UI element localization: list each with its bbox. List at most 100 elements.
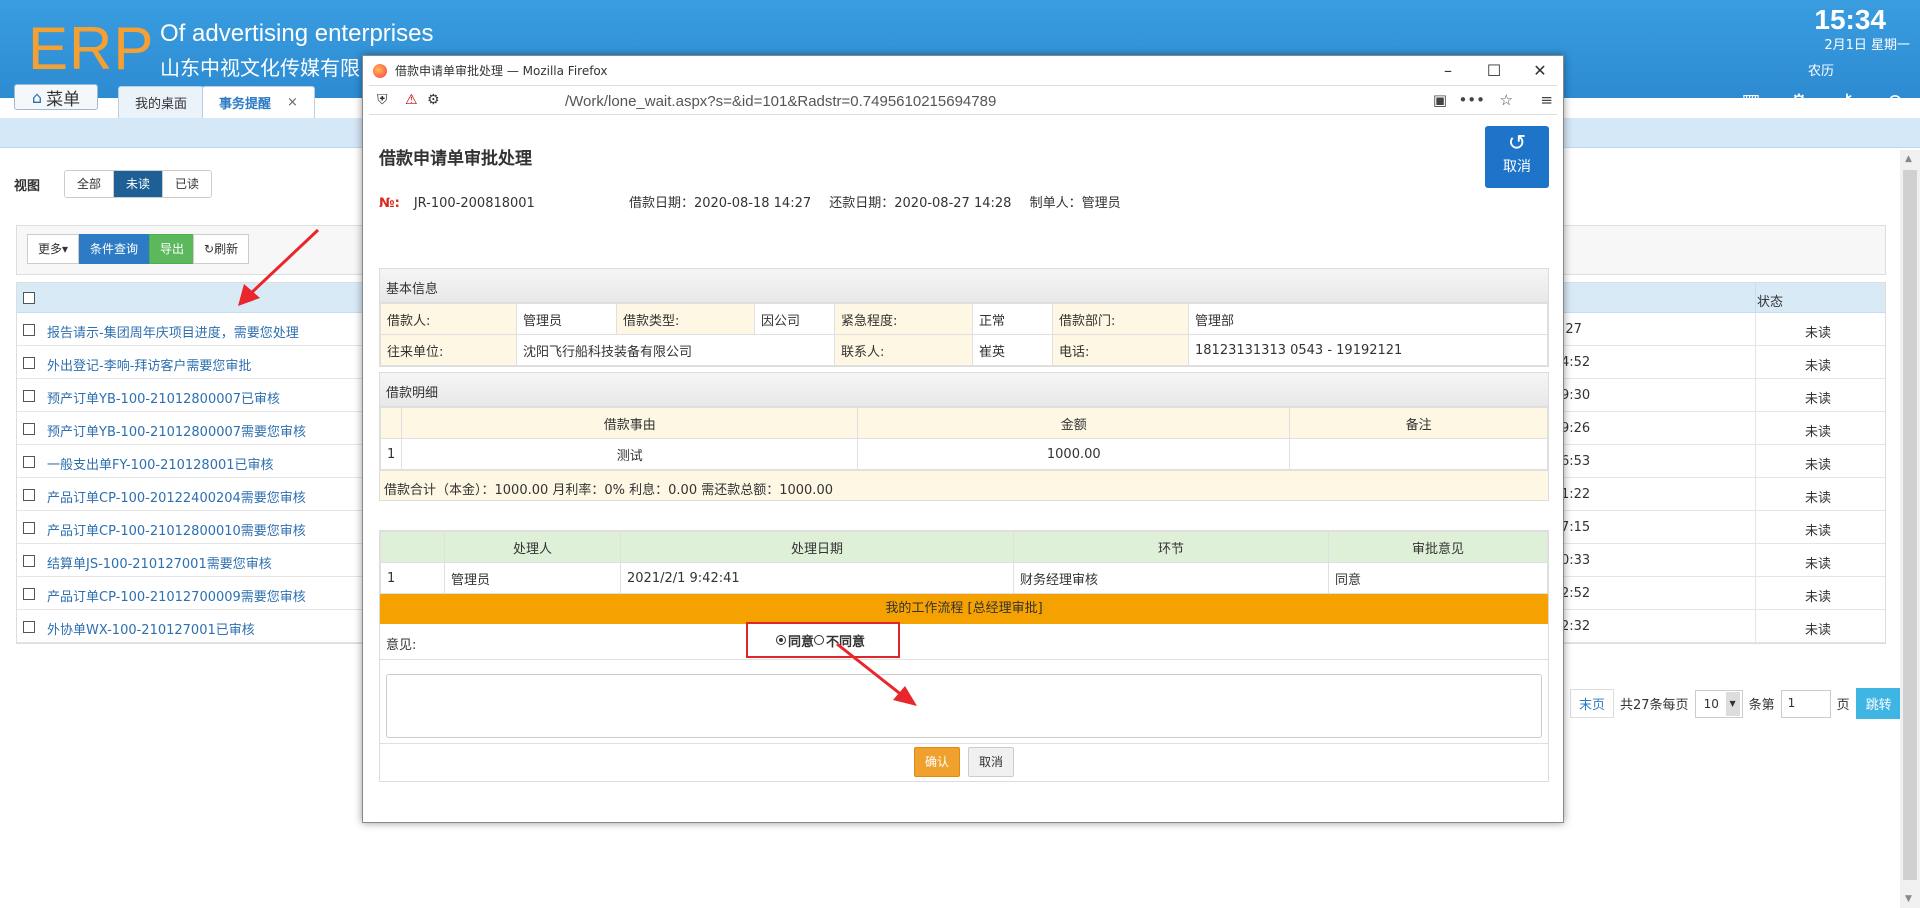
last-page-button[interactable]: 末页	[1570, 689, 1615, 718]
type-label: 借款类型:	[616, 303, 755, 335]
reminder-link[interactable]: 一般支出单FY-100-210128001已审核	[47, 454, 274, 473]
page-number-input[interactable]: 1	[1780, 689, 1831, 718]
opinion-value: 同意	[1328, 562, 1548, 594]
col-step: 环节	[1013, 531, 1329, 563]
pagination: 末页 共27条每页 10 ▼ 条第 1 页 跳转	[1570, 688, 1902, 719]
permissions-icon[interactable]: ⚙	[427, 92, 440, 108]
handler-value: 管理员	[444, 562, 621, 594]
reminder-link[interactable]: 产品订单CP-100-20122400204需要您审核	[47, 487, 306, 506]
filter-all[interactable]: 全部	[65, 171, 115, 197]
total-text: 共27条每页	[1620, 698, 1689, 713]
close-icon[interactable]: ✕	[1517, 56, 1563, 85]
row-checkbox[interactable]	[23, 390, 35, 402]
row-checkbox[interactable]	[23, 522, 35, 534]
phone-value: 18123131313 0543 - 19192121	[1188, 334, 1548, 366]
more-button[interactable]: 更多▾	[27, 234, 80, 264]
grid-add-icon[interactable]: ▦	[1740, 90, 1762, 112]
annotation-arrow	[836, 642, 917, 706]
doc-no-label: №:	[379, 196, 400, 211]
basic-info-panel: 基本信息 借款人: 管理员 借款类型: 因公司 紧急程度: 正常 借款部门: 管…	[379, 268, 1549, 367]
row-checkbox[interactable]	[23, 555, 35, 567]
col-amount: 金额	[857, 407, 1291, 439]
firefox-icon	[373, 63, 387, 78]
maximize-icon[interactable]: ☐	[1471, 56, 1517, 85]
reminder-link[interactable]: 产品订单CP-100-21012800010需要您审核	[47, 520, 306, 539]
contact-label: 联系人:	[834, 334, 973, 366]
disagree-radio[interactable]	[814, 635, 825, 645]
row-checkbox[interactable]	[23, 456, 35, 468]
row-checkbox[interactable]	[23, 324, 35, 336]
borrower-value: 管理员	[516, 303, 617, 335]
filter-unread[interactable]: 未读	[114, 171, 164, 197]
confirm-button[interactable]: 确认	[914, 747, 960, 777]
row-checkbox[interactable]	[23, 588, 35, 600]
query-button[interactable]: 条件查询	[79, 234, 150, 264]
contact-value: 崔英	[972, 334, 1053, 366]
date-value: 2021/2/1 9:42:41	[620, 562, 1014, 594]
reminder-time: 1:22	[1561, 487, 1591, 502]
agree-label[interactable]: 同意	[788, 631, 814, 650]
reminder-link[interactable]: 报告请示-集团周年庆项目进度，需要您处理	[47, 322, 299, 341]
window-title: 借款申请单审批处理 — Mozilla Firefox	[395, 64, 608, 78]
reminder-link[interactable]: 结算单JS-100-210127001需要您审核	[47, 553, 272, 572]
page-title: 借款申请单审批处理	[379, 149, 532, 169]
window-titlebar: 借款申请单审批处理 — Mozilla Firefox – ☐ ✕	[363, 56, 1563, 85]
qr-code-icon[interactable]: ▣	[1433, 91, 1447, 109]
col-opinion: 审批意见	[1328, 531, 1548, 563]
opinion-row: 意见: 同意 不同意	[380, 622, 1548, 660]
reminder-time: 7:15	[1561, 520, 1591, 535]
more-actions-icon[interactable]: •••	[1458, 91, 1485, 109]
row-index: 1	[380, 562, 445, 594]
key-icon[interactable]: ⚷	[1836, 90, 1858, 112]
col-note: 备注	[1289, 407, 1548, 439]
shield-icon[interactable]: ⛨	[377, 92, 388, 108]
row-checkbox[interactable]	[23, 357, 35, 369]
go-button[interactable]: 跳转	[1855, 688, 1902, 719]
filter-read[interactable]: 已读	[163, 171, 212, 197]
page-size-select[interactable]: 10 ▼	[1694, 689, 1743, 718]
scroll-down-arrow-icon[interactable]: ▼	[1905, 894, 1912, 904]
approval-history-table: 处理人 处理日期 环节 审批意见 1 管理员 2021/2/1 9:42:41 …	[380, 531, 1548, 594]
menu-button[interactable]: ⌂ 菜单	[14, 84, 98, 110]
gear-icon[interactable]: ⚙	[1788, 90, 1810, 112]
close-icon[interactable]: ×	[287, 95, 298, 110]
export-button[interactable]: 导出	[149, 234, 196, 264]
status-badge: 未读	[1805, 557, 1832, 572]
select-all-checkbox[interactable]	[23, 292, 35, 304]
url-text: /Work/lone_wait.aspx?s=&id=101&Radstr=0.…	[565, 93, 997, 110]
cancel-top-button[interactable]: ↺ 取消	[1485, 126, 1549, 188]
insecure-lock-icon[interactable]: ⚠	[405, 92, 418, 108]
reminder-time: 4:52	[1561, 355, 1591, 370]
reminder-link[interactable]: 预产订单YB-100-21012800007需要您审核	[47, 421, 306, 440]
reminder-link[interactable]: 产品订单CP-100-21012700009需要您审核	[47, 586, 306, 605]
per-text: 条第	[1748, 698, 1775, 713]
type-value: 因公司	[754, 303, 835, 335]
status-badge: 未读	[1805, 326, 1832, 341]
header-icon-bar: ▦ ⚙ ⚷ ⊗	[1740, 90, 1906, 112]
refresh-icon: ↻	[204, 242, 215, 256]
view-filter-group: 全部 未读 已读	[64, 170, 213, 198]
vertical-scrollbar[interactable]: ▲ ▼	[1900, 150, 1920, 908]
row-checkbox[interactable]	[23, 423, 35, 435]
reminder-time: 2:52	[1561, 586, 1591, 601]
reminder-link[interactable]: 外出登记-李响-拜访客户需要您审批	[47, 355, 251, 374]
address-bar[interactable]: ⛨ ⚠ ⚙ /Work/lone_wait.aspx?s=&id=101&Rad…	[369, 85, 1557, 115]
cancel-button[interactable]: 取消	[968, 747, 1014, 777]
agree-radio[interactable]	[776, 635, 786, 645]
scroll-up-icon[interactable]: ⊗	[1884, 90, 1906, 112]
tab-my-desktop[interactable]: 我的桌面	[118, 86, 205, 118]
company-name-en: Of advertising enterprises	[160, 20, 434, 47]
row-checkbox[interactable]	[23, 621, 35, 633]
reminder-link[interactable]: 外协单WX-100-210127001已审核	[47, 619, 255, 638]
minimize-icon[interactable]: –	[1425, 56, 1471, 85]
row-checkbox[interactable]	[23, 489, 35, 501]
reminder-link[interactable]: 预产订单YB-100-21012800007已审核	[47, 388, 280, 407]
loan-detail-panel: 借款明细 借款事由 金额 备注 1 测试 1000.00 借款合计（本金）：10…	[379, 372, 1549, 501]
view-label: 视图	[14, 179, 41, 194]
opinion-textarea[interactable]	[386, 674, 1542, 738]
bookmark-star-icon[interactable]: ☆	[1500, 91, 1513, 109]
scrollbar-thumb[interactable]	[1903, 170, 1917, 880]
hamburger-menu-icon[interactable]: ≡	[1540, 91, 1553, 109]
scroll-up-arrow-icon[interactable]: ▲	[1905, 154, 1912, 164]
tab-reminders[interactable]: 事务提醒 ×	[202, 86, 315, 118]
